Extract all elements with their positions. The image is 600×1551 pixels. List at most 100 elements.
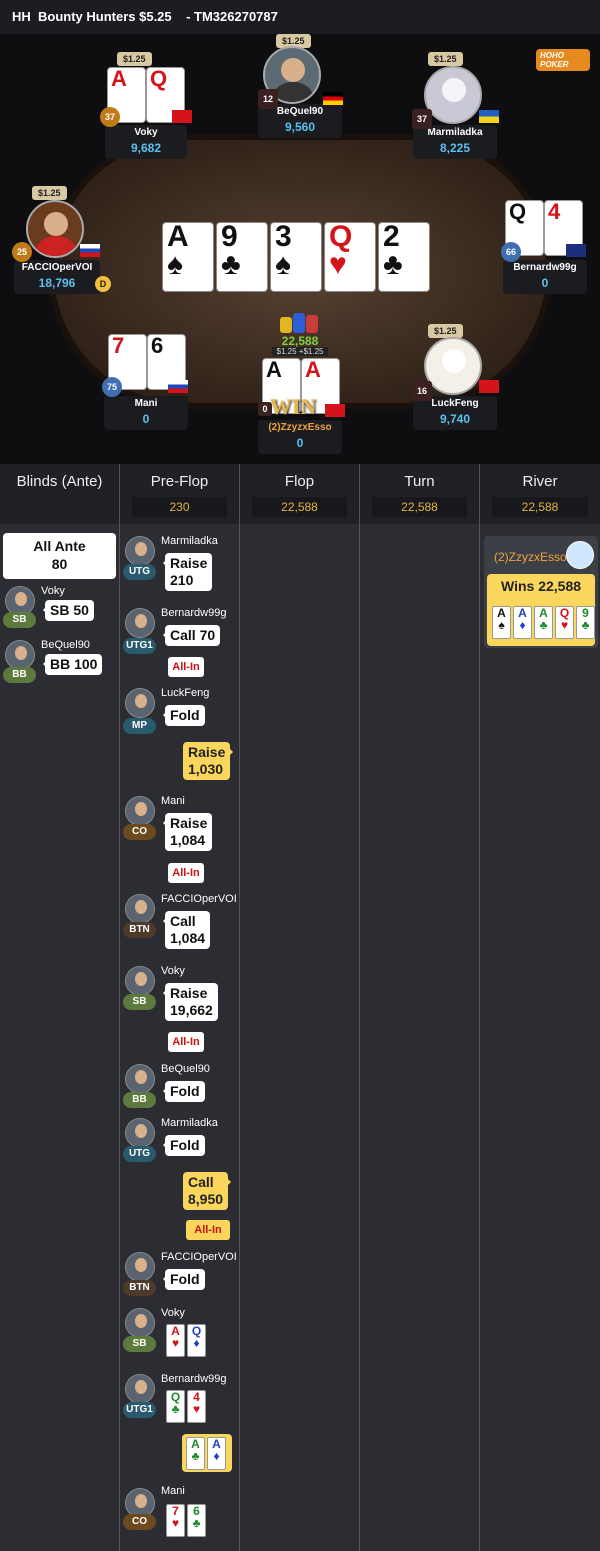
board-card: A ♠ — [162, 222, 214, 292]
player-name: Voky — [161, 1307, 185, 1319]
col-turn: Turn 22,588 — [360, 464, 480, 1551]
seat-bet: $1.25 — [428, 324, 463, 338]
avatar — [125, 1308, 155, 1338]
mini-card: A ♠ — [492, 606, 511, 639]
position-badge: UTG1 — [123, 638, 156, 654]
hero-action-bubble: Call 8,950 — [183, 1172, 232, 1210]
flag-icon — [325, 404, 345, 417]
seat-marmiladka[interactable]: Marmiladka 8,225 — [413, 125, 497, 159]
position-badge: BTN — [123, 922, 156, 938]
seat-luckfeng[interactable]: LuckFeng 9,740 — [413, 396, 497, 430]
seat-name: Bernardw99g — [513, 262, 577, 273]
flag-icon — [479, 110, 499, 123]
seat-name: (2)ZzyzxEsso — [268, 422, 332, 433]
ante-box: All Ante 80 — [3, 533, 116, 579]
allin-badge: All-In — [168, 1032, 204, 1052]
allin-badge: All-In — [168, 657, 204, 677]
mini-card: A ♦ — [207, 1437, 226, 1470]
seat-name: Mani — [134, 398, 158, 409]
level-badge: 16 — [412, 381, 432, 401]
mini-card: A ♣ — [534, 606, 553, 639]
mini-card: A ♦ — [513, 606, 532, 639]
chips-icon — [276, 311, 324, 335]
position-badge: CO — [123, 824, 156, 840]
flag-icon — [323, 92, 343, 105]
col-flop: Flop 22,588 — [240, 464, 360, 1551]
hero-cards-box: A ♣ A ♦ — [182, 1434, 232, 1472]
seat-voky[interactable]: Voky 9,682 — [105, 125, 187, 159]
player-name: BeQuel90 — [41, 639, 90, 651]
level-badge: 12 — [258, 89, 278, 109]
avatar — [125, 966, 155, 996]
action-bubble: Raise 1,084 — [162, 813, 213, 851]
player-name: Mani — [161, 795, 185, 807]
allin-badge: All-In — [168, 863, 204, 883]
mini-card: 4 ♥ — [187, 1390, 206, 1423]
seat-stack: 9,560 — [284, 120, 316, 134]
hoho-poker-logo: HOHO POKER — [536, 49, 590, 71]
avatar — [125, 1374, 155, 1404]
action-bubble: Fold — [163, 1269, 205, 1290]
avatar — [424, 66, 482, 124]
action-bubble: Call 1,084 — [162, 911, 211, 949]
avatar — [5, 640, 35, 670]
seat-name: FACCIOperVOI — [21, 262, 93, 273]
hand-title: HH Bounty Hunters $5.25 - TM326270787 — [0, 0, 600, 34]
mini-card: Q ♣ — [166, 1390, 185, 1423]
col-title: Blinds (Ante) — [16, 473, 103, 490]
pot-total: 22,588 — [281, 334, 319, 348]
avatar — [424, 337, 482, 395]
mini-card: 9 ♣ — [576, 606, 595, 639]
seat-hero[interactable]: (2)ZzyzxEsso 0 — [258, 420, 342, 454]
avatar — [125, 688, 155, 718]
col-title: Turn — [404, 473, 435, 490]
mini-card: A ♥ — [166, 1324, 185, 1357]
player-name: FACCIOperVOI — [161, 893, 237, 905]
col-pot: 22,588 — [252, 497, 347, 517]
col-title: Pre-Flop — [150, 473, 209, 490]
player-name: Voky — [41, 585, 65, 597]
col-pot: 22,588 — [492, 497, 588, 517]
avatar — [125, 536, 155, 566]
player-name: Mani — [161, 1485, 185, 1497]
level-badge: 66 — [501, 242, 521, 262]
position-badge: BTN — [123, 1280, 156, 1296]
position-badge: BB — [123, 1092, 156, 1108]
col-pot: 230 — [132, 497, 227, 517]
seat-bernardw99g[interactable]: Bernardw99g 0 — [503, 260, 587, 294]
col-title: Flop — [284, 473, 315, 490]
mini-card: Q ♦ — [187, 1324, 206, 1357]
level-badge: 75 — [102, 377, 122, 397]
action-bubble: Call 70 — [162, 625, 221, 646]
player-name: Marmiladka — [161, 535, 218, 547]
winner-result: Wins 22,588 A ♠ A ♦ A ♣ Q ♥ 9 ♣ — [487, 574, 595, 646]
hero-action-bubble: Raise 1,030 — [183, 742, 234, 780]
action-bubble: Fold — [163, 1135, 205, 1156]
action-bubble: Fold — [163, 705, 205, 726]
board-card: 2 ♣ — [378, 222, 430, 292]
seat-stack: 9,682 — [130, 141, 162, 155]
seat-bet: $1.25 — [428, 52, 463, 66]
pot-bounty: $1.25 +$1.25 — [272, 347, 328, 356]
board-card: 3 ♠ — [270, 222, 322, 292]
winner-avatar — [566, 541, 594, 569]
flag-icon — [172, 110, 192, 123]
mini-card: Q ♥ — [555, 606, 574, 639]
position-badge: UTG — [123, 564, 156, 580]
player-name: LuckFeng — [161, 687, 210, 699]
flag-icon — [80, 244, 100, 257]
flag-icon — [168, 380, 188, 393]
board-card: Q ♥ — [324, 222, 376, 292]
action-history: Blinds (Ante) Pre-Flop 230 Flop 22,588 Tur… — [0, 464, 600, 1551]
seat-facciopervoi[interactable]: FACCIOperVOI 18,796 — [14, 260, 100, 294]
flag-icon — [479, 380, 499, 393]
seat-mani[interactable]: Mani 0 — [104, 396, 188, 430]
position-badge: MP — [123, 718, 156, 734]
seat-bet: $1.25 — [117, 52, 152, 66]
position-badge: CO — [123, 1514, 156, 1530]
avatar — [125, 1252, 155, 1282]
avatar — [125, 796, 155, 826]
avatar — [125, 608, 155, 638]
col-title: River — [522, 473, 558, 490]
seat-bequel90[interactable]: BeQuel90 9,560 — [258, 104, 342, 138]
